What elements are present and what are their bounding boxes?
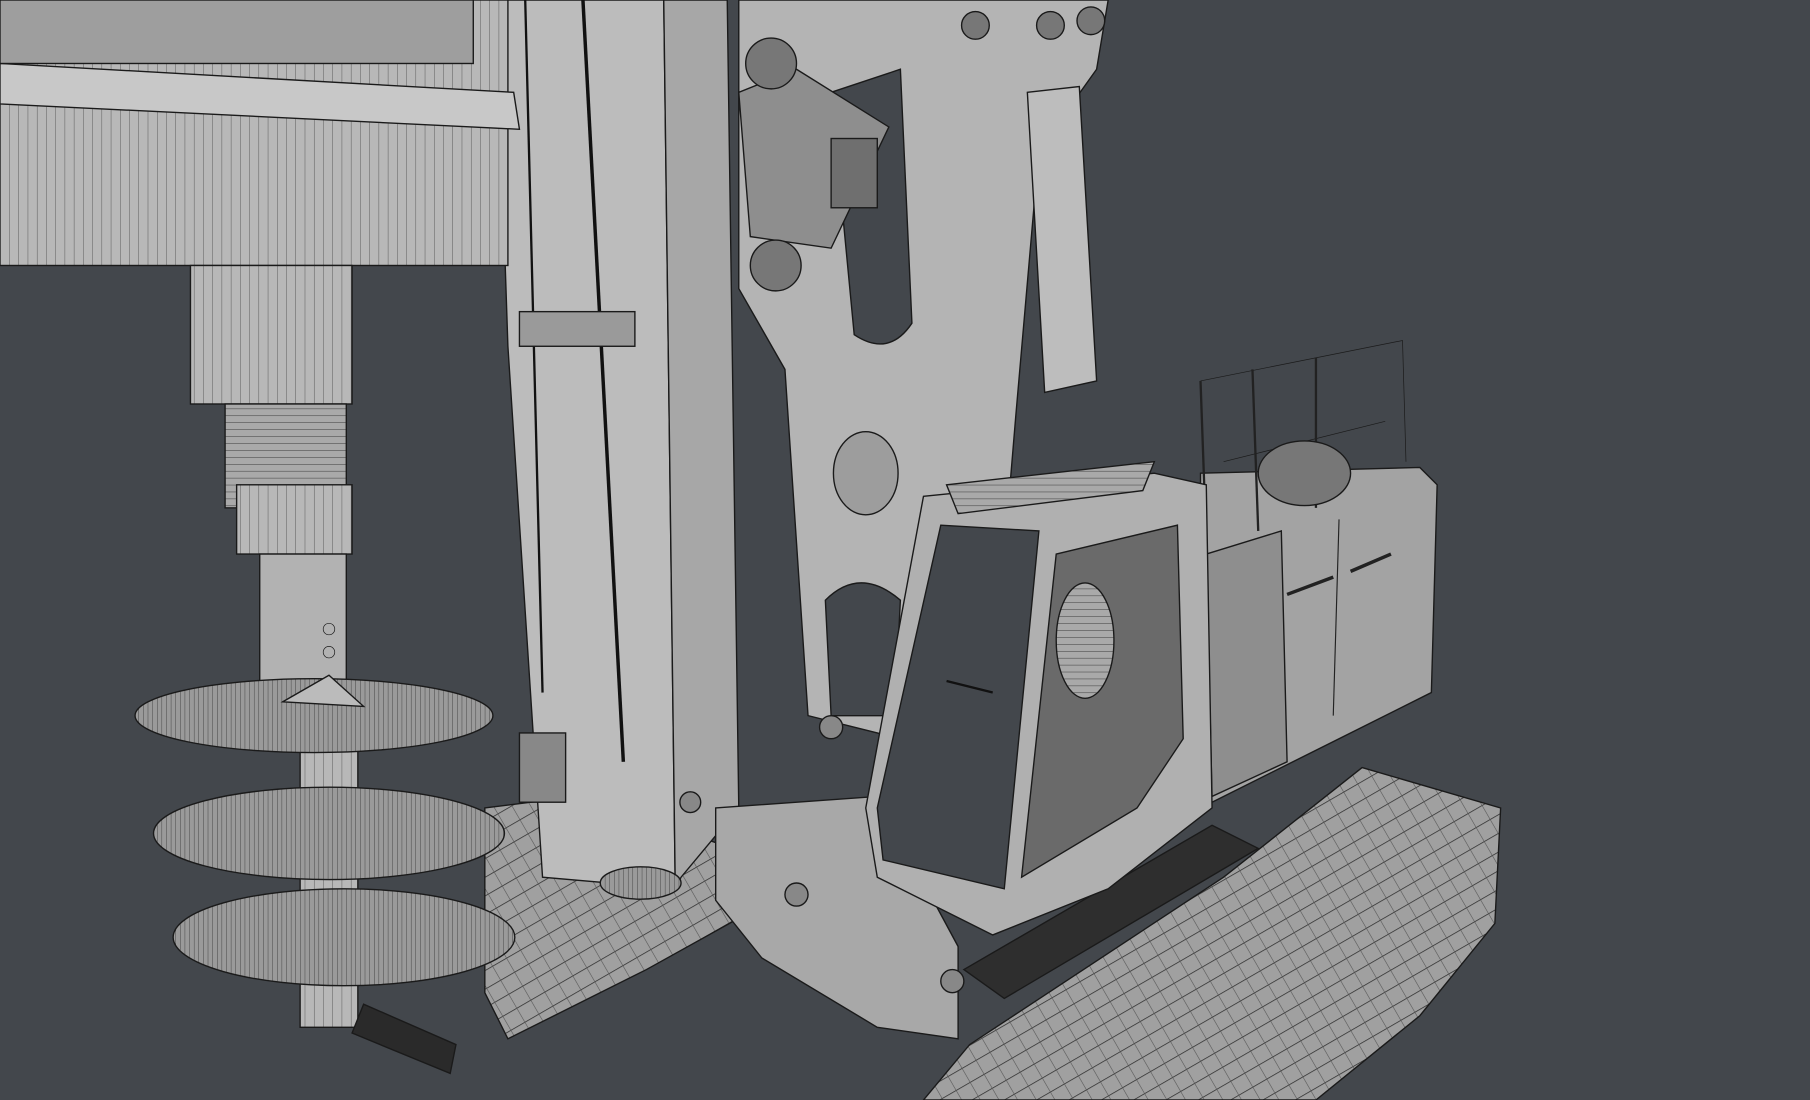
mast [495,0,740,900]
3d-viewport[interactable] [0,0,1810,1100]
rotary-drive-head [0,0,521,267]
